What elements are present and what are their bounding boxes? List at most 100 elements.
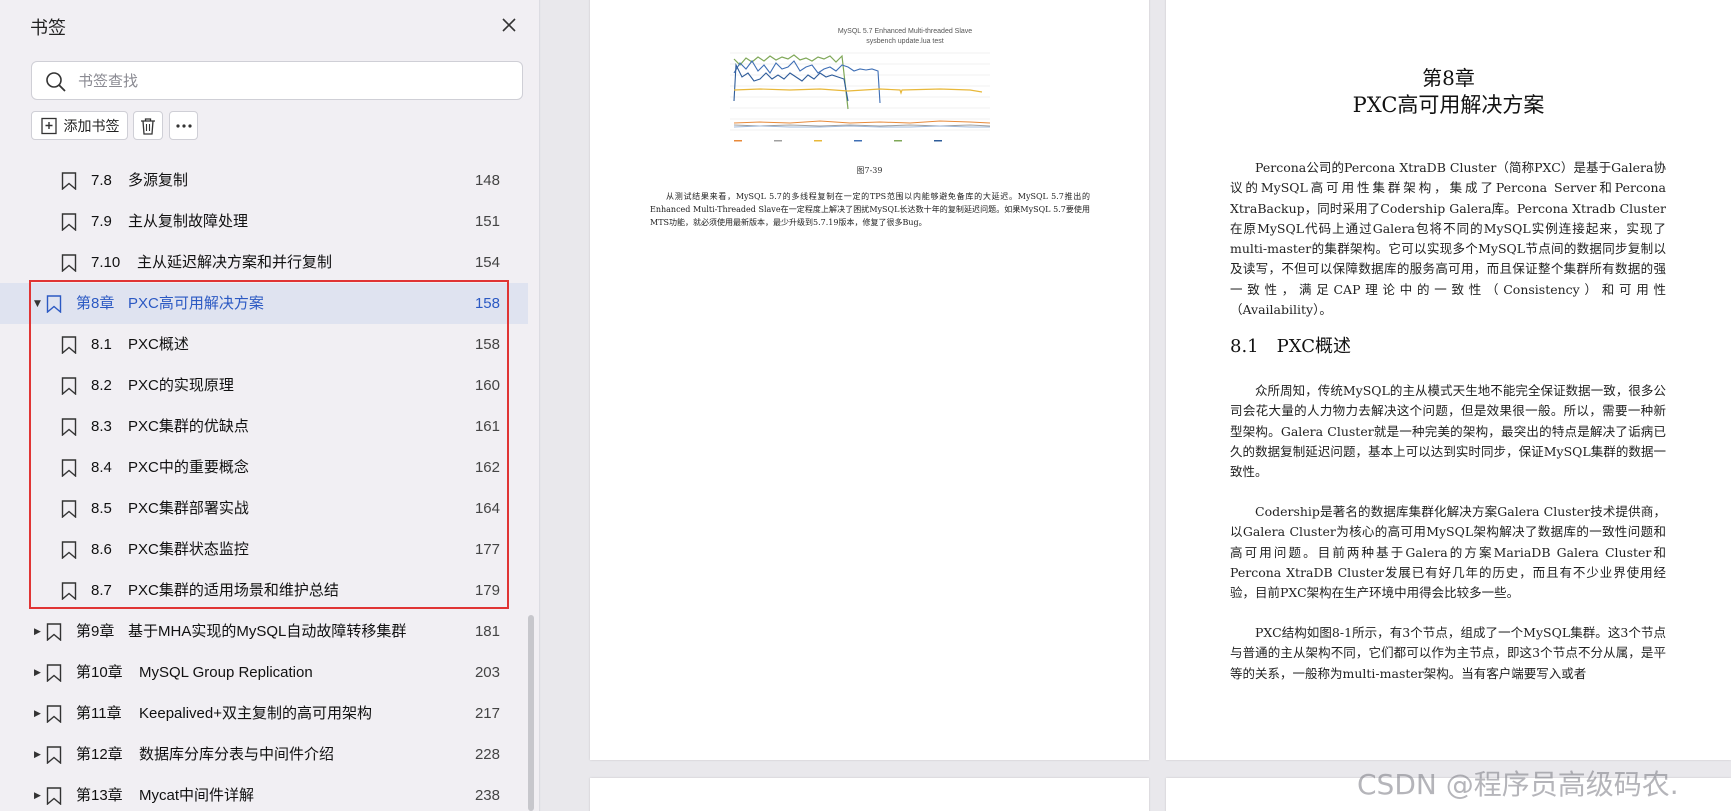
- figure-caption: 图7-39: [856, 166, 883, 175]
- bookmark-title: Keepalived+双主复制的高可用架构: [139, 705, 372, 722]
- bookmark-item[interactable]: ▼ 第8章 PXC高可用解决方案 158: [0, 283, 528, 324]
- bookmark-item[interactable]: 8.3 PXC集群的优缺点 161: [0, 406, 528, 447]
- bookmark-number: 8.3: [91, 418, 112, 435]
- bookmark-number: 8.4: [91, 459, 112, 476]
- bookmark-number: 第13章: [76, 787, 123, 804]
- trash-icon: [141, 117, 155, 135]
- document-page-left: MySQL 5.7 Enhanced Multi-threaded Slave …: [590, 0, 1149, 760]
- bookmark-item[interactable]: ▶ 第9章 基于MHA实现的MySQL自动故障转移集群 181: [0, 611, 528, 652]
- bookmark-icon: [46, 623, 62, 641]
- document-view[interactable]: MySQL 5.7 Enhanced Multi-threaded Slave …: [541, 0, 1731, 811]
- delete-bookmark-button[interactable]: [133, 111, 163, 140]
- paragraph-1: Percona公司的Percona XtraDB Cluster（简称PXC）是…: [1230, 160, 1666, 318]
- expanded-arrow-icon[interactable]: ▼: [34, 283, 44, 324]
- bookmark-title: Mycat中间件详解: [139, 787, 255, 804]
- page1-paragraph: 从测试结果来看，MySQL 5.7的多线程复制在一定的TPS范围以内能够避免备库…: [650, 192, 1090, 227]
- chapter-title: PXC高可用解决方案: [1352, 93, 1545, 117]
- bookmark-icon: [61, 541, 77, 559]
- bookmark-number: 第12章: [76, 746, 123, 763]
- bookmark-number: 8.2: [91, 377, 112, 394]
- bookmark-icon: [61, 172, 77, 190]
- bookmark-page-number: 161: [474, 418, 500, 435]
- bookmark-title: 数据库分库分表与中间件介绍: [139, 746, 335, 763]
- collapsed-arrow-icon[interactable]: ▶: [34, 734, 44, 775]
- bookmark-icon: [46, 664, 62, 682]
- bookmark-title: PXC高可用解决方案: [128, 295, 264, 312]
- bookmark-page-number: 217: [474, 705, 500, 722]
- chart-title-line1: MySQL 5.7 Enhanced Multi-threaded Slave: [837, 28, 973, 35]
- collapsed-arrow-icon[interactable]: ▶: [34, 652, 44, 693]
- bookmark-title: PXC概述: [128, 336, 189, 353]
- bookmark-icon: [46, 295, 62, 313]
- collapsed-arrow-icon[interactable]: ▶: [34, 775, 44, 811]
- bookmark-number: 7.10: [91, 254, 121, 271]
- bookmark-title: PXC的实现原理: [128, 377, 234, 394]
- bookmark-item[interactable]: 8.5 PXC集群部署实战 164: [0, 488, 528, 529]
- bookmark-icon: [61, 500, 77, 518]
- bookmark-item[interactable]: 7.9 主从复制故障处理 151: [0, 201, 528, 242]
- add-bookmark-button[interactable]: 添加书签: [31, 111, 128, 140]
- bookmark-title: 主从复制故障处理: [128, 213, 249, 230]
- collapsed-arrow-icon[interactable]: ▶: [34, 693, 44, 734]
- paragraph-2: 众所周知，传统MySQL的主从模式天生地不能完全保证数据一致，很多公司会花大量的…: [1230, 383, 1666, 480]
- paragraph-4: PXC结构如图8-1所示，有3个节点，组成了一个MySQL集群。这3个节点与普通…: [1230, 625, 1666, 681]
- bookmark-page-number: 162: [474, 459, 500, 476]
- paragraph-3: Codership是著名的数据库集群化解决方案Galera Cluster技术提…: [1230, 504, 1666, 601]
- bookmark-title: 基于MHA实现的MySQL自动故障转移集群: [128, 623, 407, 640]
- bookmark-number: 7.8: [91, 172, 112, 189]
- bookmark-title: MySQL Group Replication: [139, 664, 313, 681]
- more-options-button[interactable]: [169, 111, 198, 140]
- bookmark-icon: [61, 459, 77, 477]
- chapter-number: 第8章: [1422, 66, 1475, 90]
- bookmark-number: 8.5: [91, 500, 112, 517]
- bookmark-icon: [61, 582, 77, 600]
- document-page-right: 第8章 PXC高可用解决方案 Percona公司的Percona XtraDB …: [1166, 0, 1731, 760]
- bookmark-icon: [46, 705, 62, 723]
- bookmark-number: 8.6: [91, 541, 112, 558]
- bookmark-item[interactable]: ▶ 第10章 MySQL Group Replication 203: [0, 652, 528, 693]
- bookmark-icon: [61, 213, 77, 231]
- panel-title: 书签: [30, 18, 66, 39]
- add-bookmark-icon: [40, 117, 57, 134]
- bookmark-number: 第11章: [76, 705, 122, 722]
- bookmark-page-number: 164: [474, 500, 500, 517]
- bookmark-number: 7.9: [91, 213, 112, 230]
- bookmark-item[interactable]: ▶ 第12章 数据库分库分表与中间件介绍 228: [0, 734, 528, 775]
- bookmark-page-number: 158: [474, 295, 500, 312]
- bookmark-icon: [61, 377, 77, 395]
- bookmark-page-number: 151: [474, 213, 500, 230]
- bookmark-item[interactable]: ▶ 第11章 Keepalived+双主复制的高可用架构 217: [0, 693, 528, 734]
- close-icon: [502, 18, 516, 32]
- bookmark-title: PXC集群部署实战: [128, 500, 249, 517]
- bookmark-number: 8.7: [91, 582, 112, 599]
- bookmark-number: 第9章: [76, 623, 115, 640]
- bookmark-item[interactable]: 8.4 PXC中的重要概念 162: [0, 447, 528, 488]
- document-page-next-left: [590, 778, 1149, 811]
- panel-scrollbar[interactable]: [528, 615, 534, 811]
- bookmark-item[interactable]: ▶ 第13章 Mycat中间件详解 238: [0, 775, 528, 811]
- bookmark-number: 第8章: [76, 295, 115, 312]
- collapsed-arrow-icon[interactable]: ▶: [34, 611, 44, 652]
- chapter-heading: 第8章 PXC高可用解决方案: [1166, 65, 1731, 119]
- bookmark-panel: 书签 添加书签 7.8 多源复制 148 7.9 主从复制故障处理 151 7.10 主从延迟…: [0, 0, 540, 811]
- bookmark-item[interactable]: 8.2 PXC的实现原理 160: [0, 365, 528, 406]
- bookmark-item[interactable]: 7.8 多源复制 148: [0, 160, 528, 201]
- bookmark-number: 第10章: [76, 664, 123, 681]
- close-panel-button[interactable]: [496, 12, 522, 38]
- bookmark-title: PXC中的重要概念: [128, 459, 249, 476]
- bookmark-page-number: 228: [474, 746, 500, 763]
- bookmark-item[interactable]: 7.10 主从延迟解决方案和并行复制 154: [0, 242, 528, 283]
- watermark: CSDN @程序员高级码农.: [1357, 768, 1679, 801]
- bookmark-search-input[interactable]: [78, 68, 508, 94]
- bookmark-number: 8.1: [91, 336, 112, 353]
- bookmark-search-box[interactable]: [31, 61, 523, 100]
- bookmark-item[interactable]: 8.1 PXC概述 158: [0, 324, 528, 365]
- bookmark-page-number: 238: [474, 787, 500, 804]
- bookmark-item[interactable]: 8.7 PXC集群的适用场景和维护总结 179: [0, 570, 528, 611]
- bookmark-icon: [61, 336, 77, 354]
- bookmark-item[interactable]: 8.6 PXC集群状态监控 177: [0, 529, 528, 570]
- bookmark-title: PXC集群的优缺点: [128, 418, 249, 435]
- bookmark-page-number: 203: [474, 664, 500, 681]
- bookmark-page-number: 160: [474, 377, 500, 394]
- bookmark-page-number: 177: [474, 541, 500, 558]
